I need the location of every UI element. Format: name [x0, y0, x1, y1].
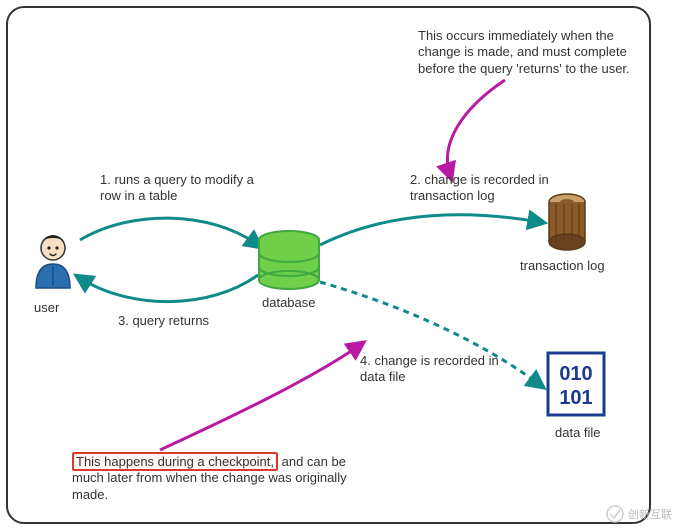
step4-label: 4. change is recorded in data file — [360, 353, 500, 386]
note-bottom: This happens during a checkpoint, and ca… — [72, 454, 352, 503]
datafile-icon: 010 101 — [545, 350, 609, 420]
datafile-bits-row2: 101 — [559, 387, 592, 409]
user-icon — [28, 232, 78, 290]
database-icon — [254, 230, 324, 290]
note-bottom-highlight: This happens during a checkpoint, — [72, 452, 278, 471]
datafile-bits-row1: 010 — [559, 363, 592, 385]
datafile-label: data file — [555, 425, 601, 441]
step3-label: 3. query returns — [118, 313, 209, 329]
user-label: user — [34, 300, 59, 316]
txlog-label: transaction log — [520, 258, 605, 274]
note-top: This occurs immediately when the change … — [418, 28, 653, 77]
step1-label: 1. runs a query to modify a row in a tab… — [100, 172, 260, 205]
watermark-logo-icon — [606, 505, 624, 523]
database-label: database — [262, 295, 316, 311]
step2-label: 2. change is recorded in transaction log — [410, 172, 560, 205]
watermark-text: 创新互联 — [628, 506, 672, 522]
watermark: 创新互联 — [606, 505, 672, 523]
